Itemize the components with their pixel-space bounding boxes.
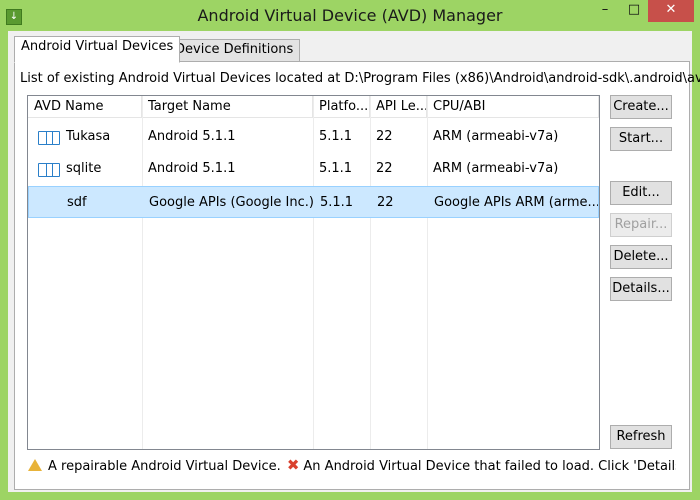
cell-avd-name: Tukasa bbox=[66, 129, 111, 144]
maximize-button[interactable]: □ bbox=[620, 0, 648, 22]
column-header-platform[interactable]: Platfo... bbox=[313, 96, 370, 118]
device-icon bbox=[38, 163, 60, 177]
cell-api-level: 22 bbox=[376, 129, 393, 144]
cell-target-name: Android 5.1.1 bbox=[148, 161, 236, 176]
create-button[interactable]: Create... bbox=[610, 95, 672, 119]
cell-platform: 5.1.1 bbox=[320, 195, 354, 210]
cell-avd-name: sdf bbox=[67, 195, 87, 210]
cell-api-level: 22 bbox=[377, 195, 394, 210]
cell-target-name: Google APIs (Google Inc.) bbox=[149, 195, 314, 210]
column-header-target-name[interactable]: Target Name bbox=[142, 96, 313, 118]
cell-cpu-abi: ARM (armeabi-v7a) bbox=[433, 161, 559, 176]
cell-platform: 5.1.1 bbox=[319, 129, 353, 144]
cell-cpu-abi: ARM (armeabi-v7a) bbox=[433, 129, 559, 144]
repair-button[interactable]: Repair... bbox=[610, 213, 672, 237]
cell-avd-name: sqlite bbox=[66, 161, 102, 176]
avd-table[interactable]: AVD Name Target Name Platfo... API Le...… bbox=[27, 95, 600, 450]
table-row-selected[interactable]: sdf Google APIs (Google Inc.) 5.1.1 22 G… bbox=[28, 186, 599, 218]
cell-cpu-abi: Google APIs ARM (arme... bbox=[434, 195, 598, 210]
cell-target-name: Android 5.1.1 bbox=[148, 129, 236, 144]
refresh-button[interactable]: Refresh bbox=[610, 425, 672, 449]
warning-icon bbox=[28, 459, 42, 471]
table-row[interactable]: sqlite Android 5.1.1 5.1.1 22 ARM (armea… bbox=[28, 153, 599, 185]
legend-repairable-text: A repairable Android Virtual Device. bbox=[48, 459, 281, 474]
device-icon bbox=[38, 131, 60, 145]
client-area: Android Virtual Devices Device Definitio… bbox=[8, 31, 700, 492]
minimize-button[interactable]: – bbox=[590, 0, 620, 22]
tab-device-definitions[interactable]: Device Definitions bbox=[168, 39, 301, 63]
title-bar[interactable]: ↓ Android Virtual Device (AVD) Manager –… bbox=[0, 0, 700, 32]
cell-api-level: 22 bbox=[376, 161, 393, 176]
details-button[interactable]: Details... bbox=[610, 277, 672, 301]
delete-button[interactable]: Delete... bbox=[610, 245, 672, 269]
start-button[interactable]: Start... bbox=[610, 127, 672, 151]
legend-bar: A repairable Android Virtual Device. ✖ An … bbox=[28, 455, 676, 475]
legend-failed-text: An Android Virtual Device that failed to… bbox=[303, 459, 676, 474]
column-header-cpu-abi[interactable]: CPU/ABI bbox=[427, 96, 599, 118]
column-header-avd-name[interactable]: AVD Name bbox=[28, 96, 142, 118]
cell-platform: 5.1.1 bbox=[319, 161, 353, 176]
error-x-icon: ✖ bbox=[286, 456, 300, 474]
table-row[interactable]: Tukasa Android 5.1.1 5.1.1 22 ARM (armea… bbox=[28, 121, 599, 153]
edit-button[interactable]: Edit... bbox=[610, 181, 672, 205]
close-button[interactable]: ✕ bbox=[648, 0, 694, 22]
avd-path-label: List of existing Android Virtual Devices… bbox=[20, 71, 700, 86]
avd-manager-window: ↓ Android Virtual Device (AVD) Manager –… bbox=[0, 0, 700, 500]
column-header-api-level[interactable]: API Le... bbox=[370, 96, 427, 118]
tab-android-virtual-devices[interactable]: Android Virtual Devices bbox=[14, 36, 181, 63]
